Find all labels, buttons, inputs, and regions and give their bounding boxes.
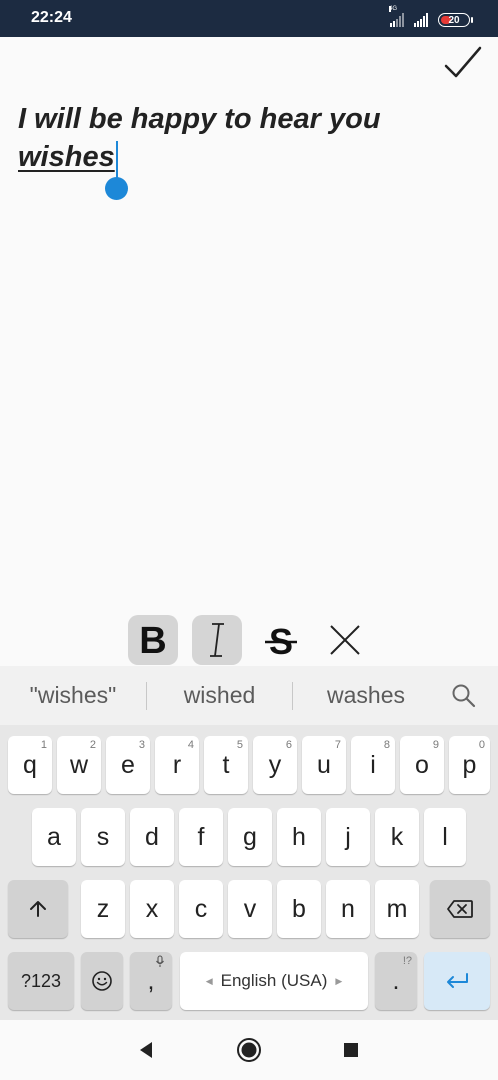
period-hint: !? xyxy=(402,955,412,967)
key-q[interactable]: q1 xyxy=(8,736,52,794)
note-text-line-1: I will be happy to hear you xyxy=(18,103,381,135)
key-w[interactable]: w2 xyxy=(57,736,101,794)
back-triangle-icon xyxy=(140,1042,152,1058)
symbols-key[interactable]: ?123 xyxy=(8,952,74,1010)
space-right-arrow-icon: ▶ xyxy=(335,975,343,986)
key-c[interactable]: c xyxy=(179,880,223,938)
backspace-key[interactable] xyxy=(430,880,490,938)
microphone-icon xyxy=(156,955,164,967)
key-v[interactable]: v xyxy=(228,880,272,938)
bold-button[interactable]: B xyxy=(128,615,178,665)
home-circle-icon xyxy=(237,1038,261,1062)
space-key[interactable]: ◀ English (USA) ▶ xyxy=(180,952,368,1010)
period-label: . xyxy=(392,966,400,995)
key-f[interactable]: f xyxy=(179,808,223,866)
space-left-arrow-icon: ◀ xyxy=(205,975,213,986)
comma-key[interactable]: , xyxy=(130,952,172,1010)
battery-level: 20 xyxy=(448,14,460,26)
key-b[interactable]: b xyxy=(277,880,321,938)
key-x[interactable]: x xyxy=(130,880,174,938)
shift-key[interactable] xyxy=(8,880,68,938)
strikethrough-button[interactable]: S xyxy=(256,615,306,665)
status-time: 22:24 xyxy=(31,9,72,26)
network-type-label: 4G xyxy=(389,6,398,12)
key-r[interactable]: r4 xyxy=(155,736,199,794)
recents-button[interactable] xyxy=(338,1037,364,1063)
svg-text:B: B xyxy=(139,620,166,660)
note-text-editor[interactable]: I will be happy to hear you wishes xyxy=(18,100,438,176)
enter-key[interactable] xyxy=(424,952,490,1010)
soft-keyboard: "wishes" wished washes q1 w2 e3 r4 t5 y6… xyxy=(0,666,498,1020)
space-language-label: English (USA) xyxy=(220,971,328,990)
navigation-bar xyxy=(0,1020,498,1080)
key-e[interactable]: e3 xyxy=(106,736,150,794)
period-key[interactable]: . !? xyxy=(375,952,417,1010)
shift-arrow-icon xyxy=(30,901,46,917)
clear-format-icon xyxy=(330,625,360,655)
confirm-button[interactable] xyxy=(440,44,486,86)
signal-strength-icon-sim2 xyxy=(414,13,428,27)
key-a[interactable]: a xyxy=(32,808,76,866)
key-l[interactable]: l xyxy=(424,808,466,866)
key-j[interactable]: j xyxy=(326,808,370,866)
suggestion-3[interactable]: washes xyxy=(293,666,439,725)
clear-format-button[interactable] xyxy=(320,615,370,665)
suggestion-1[interactable]: "wishes" xyxy=(0,666,146,725)
key-m[interactable]: m xyxy=(375,880,419,938)
key-y[interactable]: y6 xyxy=(253,736,297,794)
key-s[interactable]: s xyxy=(81,808,125,866)
key-n[interactable]: n xyxy=(326,880,370,938)
signal-strength-icon-sim1: 4G xyxy=(389,6,404,27)
keyboard-search-button[interactable] xyxy=(450,682,478,710)
emoji-key[interactable] xyxy=(81,952,123,1010)
composing-word: wishes xyxy=(18,141,115,173)
comma-label: , xyxy=(147,966,155,995)
key-d[interactable]: d xyxy=(130,808,174,866)
battery-icon: 20 xyxy=(438,13,473,27)
key-o[interactable]: o9 xyxy=(400,736,444,794)
italic-button[interactable] xyxy=(192,615,242,665)
backspace-icon xyxy=(447,900,473,918)
back-button[interactable] xyxy=(134,1037,160,1063)
home-button[interactable] xyxy=(236,1037,262,1063)
key-t[interactable]: t5 xyxy=(204,736,248,794)
status-indicators: 4G 20 xyxy=(389,6,473,27)
strikethrough-icon: S xyxy=(265,621,297,660)
key-i[interactable]: i8 xyxy=(351,736,395,794)
search-icon xyxy=(452,684,476,708)
checkmark-icon xyxy=(444,46,482,78)
text-cursor xyxy=(116,141,118,179)
italic-icon xyxy=(210,623,224,657)
suggestion-2[interactable]: wished xyxy=(147,666,292,725)
key-g[interactable]: g xyxy=(228,808,272,866)
enter-arrow-icon xyxy=(447,973,468,988)
emoji-icon xyxy=(92,971,112,991)
key-z[interactable]: z xyxy=(81,880,125,938)
suggestion-strip: "wishes" wished washes xyxy=(0,666,498,725)
status-bar: 22:24 4G 20 xyxy=(0,0,498,37)
bold-icon: B xyxy=(139,620,166,660)
recents-square-icon xyxy=(344,1043,358,1057)
key-k[interactable]: k xyxy=(375,808,419,866)
svg-text:S: S xyxy=(269,621,293,660)
key-h[interactable]: h xyxy=(277,808,321,866)
key-p[interactable]: p0 xyxy=(449,736,490,794)
key-u[interactable]: u7 xyxy=(302,736,346,794)
cursor-handle[interactable] xyxy=(105,177,128,200)
